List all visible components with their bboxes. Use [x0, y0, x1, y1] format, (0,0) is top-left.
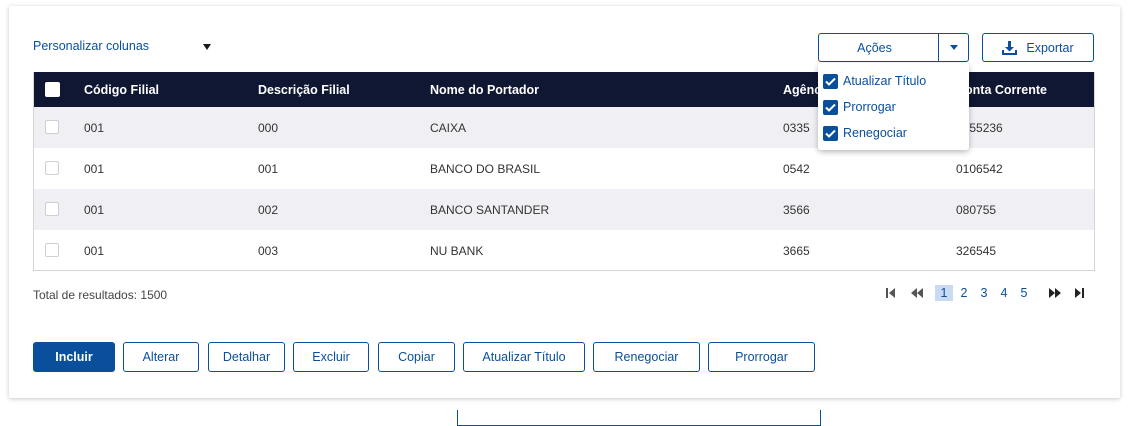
cell-nome-portador: BANCO SANTANDER: [430, 202, 550, 217]
table-row[interactable]: 001 001 BANCO DO BRASIL 0542 0106542: [34, 148, 1094, 189]
cell-agencia: 0542: [783, 161, 810, 176]
row-checkbox[interactable]: [45, 120, 59, 134]
export-label: Exportar: [1026, 40, 1074, 55]
cell-conta-corrente: 326545: [956, 243, 997, 258]
cell-conta-corrente: 0106542: [956, 161, 1003, 176]
cell-conta-corrente: 080755: [956, 202, 997, 217]
row-checkbox[interactable]: [45, 202, 59, 216]
actions-menu-item-label: Renegociar: [843, 126, 907, 140]
alterar-button[interactable]: Alterar: [123, 342, 199, 372]
actions-menu-item-label: Atualizar Título: [843, 74, 927, 88]
actions-button[interactable]: Ações: [819, 34, 939, 61]
cell-descricao-filial: 000: [258, 120, 279, 135]
column-header-conta-corrente[interactable]: Conta Corrente: [956, 72, 1047, 107]
row-checkbox[interactable]: [45, 243, 59, 257]
cell-nome-portador: NU BANK: [430, 243, 484, 258]
pagination: 1 2 3 4 5: [886, 285, 1084, 301]
actions-menu: Atualizar Título Prorrogar Renegociar: [818, 63, 969, 150]
cell-codigo-filial: 001: [84, 120, 105, 135]
page-1[interactable]: 1: [935, 285, 953, 301]
excluir-button[interactable]: Excluir: [293, 342, 369, 372]
checkbox-checked-icon[interactable]: [823, 125, 838, 141]
actions-menu-item-prorrogar[interactable]: Prorrogar: [823, 98, 896, 116]
checkbox-checked-icon[interactable]: [823, 73, 838, 89]
first-page-icon[interactable]: [886, 288, 895, 298]
detalhar-button[interactable]: Detalhar: [208, 342, 285, 372]
next-page-icon[interactable]: [1049, 288, 1061, 298]
actions-dropdown[interactable]: Ações: [818, 33, 969, 62]
caret-down-icon[interactable]: [203, 44, 211, 50]
page-4[interactable]: 4: [995, 285, 1013, 301]
prorrogar-button[interactable]: Prorrogar: [708, 342, 815, 372]
actions-menu-item-atualizar-titulo[interactable]: Atualizar Título: [823, 72, 926, 90]
cell-descricao-filial: 001: [258, 161, 279, 176]
total-results: Total de resultados: 1500: [33, 288, 168, 302]
cell-codigo-filial: 001: [84, 202, 105, 217]
row-checkbox[interactable]: [45, 161, 59, 175]
actions-menu-item-label: Prorrogar: [843, 100, 896, 114]
page-5[interactable]: 5: [1015, 285, 1033, 301]
incluir-button[interactable]: Incluir: [33, 342, 115, 372]
cell-agencia: 3665: [783, 243, 810, 258]
table-row[interactable]: 001 002 BANCO SANTANDER 3566 080755: [34, 189, 1094, 230]
actions-menu-item-renegociar[interactable]: Renegociar: [823, 124, 907, 142]
page-2[interactable]: 2: [955, 285, 973, 301]
column-header-descricao-filial[interactable]: Descrição Filial: [258, 72, 350, 107]
page-3[interactable]: 3: [975, 285, 993, 301]
export-button[interactable]: Exportar: [982, 33, 1094, 62]
renegociar-button[interactable]: Renegociar: [593, 342, 700, 372]
personalize-columns-link[interactable]: Personalizar colunas: [33, 39, 149, 53]
previous-page-icon[interactable]: [911, 288, 923, 298]
last-page-icon[interactable]: [1075, 288, 1084, 298]
copiar-button[interactable]: Copiar: [378, 342, 455, 372]
cell-codigo-filial: 001: [84, 243, 105, 258]
cell-nome-portador: BANCO DO BRASIL: [430, 161, 541, 176]
bracket-outline: [457, 410, 821, 426]
table-row[interactable]: 001 003 NU BANK 3665 326545: [34, 230, 1094, 271]
cell-agencia: 3566: [783, 202, 810, 217]
cell-agencia: 0335: [783, 120, 810, 135]
cell-descricao-filial: 003: [258, 243, 279, 258]
cell-nome-portador: CAIXA: [430, 120, 467, 135]
chevron-down-icon: [949, 45, 958, 50]
column-header-nome-portador[interactable]: Nome do Portador: [430, 72, 539, 107]
download-icon: [1002, 40, 1018, 55]
actions-toggle[interactable]: [939, 34, 968, 61]
checkbox-checked-icon[interactable]: [823, 99, 838, 115]
select-all-checkbox[interactable]: [45, 82, 60, 97]
column-header-codigo-filial[interactable]: Código Filial: [84, 72, 159, 107]
cell-descricao-filial: 002: [258, 202, 279, 217]
cell-codigo-filial: 001: [84, 161, 105, 176]
atualizar-titulo-button[interactable]: Atualizar Título: [463, 342, 585, 372]
